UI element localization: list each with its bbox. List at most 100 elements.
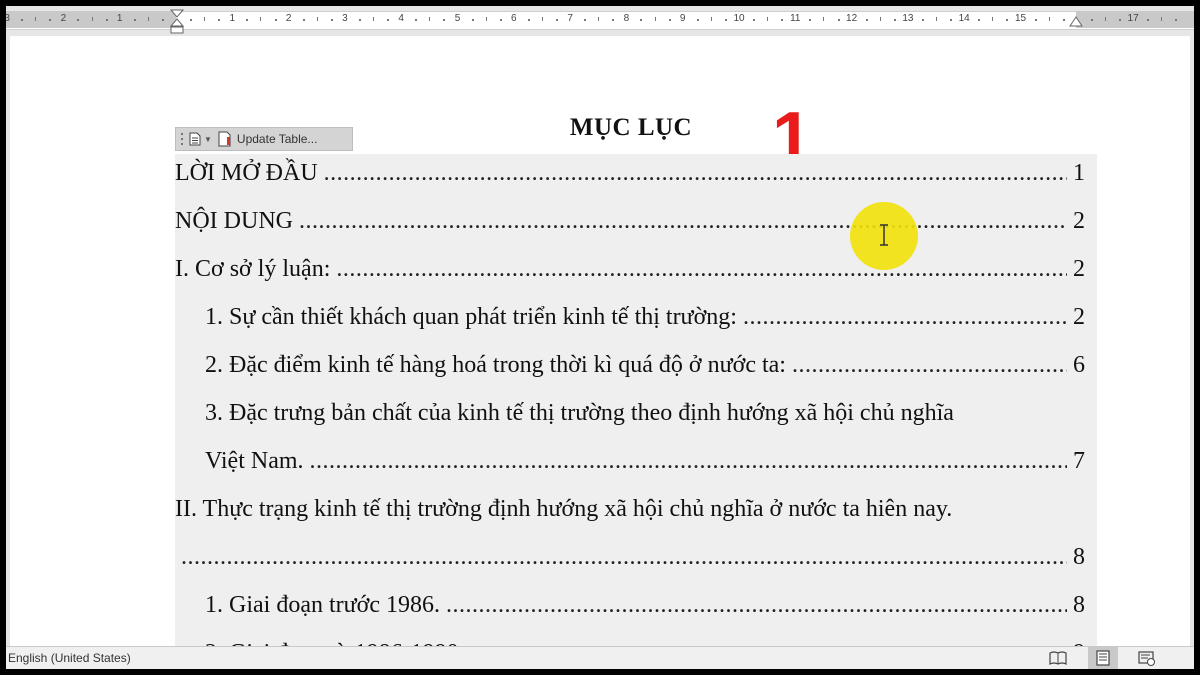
- word-window: 3 2 1 1 2 3 4 5 6 7 8 9 10 11 12 13 14 15 17 MỤC LỤC 1 ▼: [6, 6, 1194, 669]
- web-layout-icon[interactable]: [1138, 650, 1156, 666]
- ruler-tick: [654, 17, 656, 21]
- ruler-dot: [1175, 19, 1178, 21]
- toc-entry[interactable]: Việt Nam. 7..............................…: [175, 442, 1087, 482]
- ruler-tick: [204, 17, 206, 21]
- update-table-button[interactable]: Update Table...: [237, 132, 318, 146]
- toc-page-number: 2: [1073, 304, 1085, 330]
- ruler-dot: [527, 19, 530, 21]
- ruler-dot: [49, 19, 52, 21]
- ruler-tick: [1104, 17, 1106, 21]
- toc-entry-text: LỜI MỞ ĐẦU: [175, 160, 318, 186]
- toc-leader-dots: ........................................…: [791, 352, 1067, 378]
- ruler-number: 6: [511, 13, 517, 24]
- toc-entry-text: II. Thực trạng kinh tế thị trường định h…: [175, 496, 953, 522]
- toc-entry-text: 3. Đặc trưng bản chất của kinh tế thị tr…: [205, 400, 954, 426]
- toc-entry[interactable]: II. Thực trạng kinh tế thị trường định h…: [175, 490, 1087, 530]
- print-layout-icon[interactable]: [1094, 650, 1112, 666]
- toc-entry[interactable]: 2. Đặc điểm kinh tế hàng hoá trong thời …: [175, 346, 1087, 386]
- toc-page-number: 7: [1073, 448, 1085, 474]
- update-table-icon[interactable]: [218, 131, 232, 147]
- ruler-dot: [1090, 19, 1093, 21]
- ruler-number: 1: [116, 13, 123, 24]
- ruler-tick: [35, 17, 37, 21]
- ruler-number: 12: [846, 13, 858, 24]
- ruler-dot: [246, 19, 249, 21]
- document-icon[interactable]: [189, 132, 201, 146]
- ruler-tick: [485, 17, 487, 21]
- toc-entry[interactable]: 8.......................................…: [175, 538, 1087, 578]
- ruler-number: 11: [790, 13, 801, 24]
- toc-leader-dots: ........................................…: [445, 592, 1067, 618]
- read-mode-icon[interactable]: [1049, 650, 1067, 666]
- toc-entry[interactable]: 3. Đặc trưng bản chất của kinh tế thị tr…: [175, 394, 1087, 434]
- ruler-dot: [724, 19, 727, 21]
- toc-entry[interactable]: I. Cơ sở lý luận: 2......................…: [175, 250, 1087, 290]
- ruler-tick: [936, 17, 938, 21]
- ruler-tick: [260, 17, 262, 21]
- toc-leader-dots: ........................................…: [336, 256, 1067, 282]
- toc-leader-dots: ........................................…: [742, 304, 1067, 330]
- ruler-dot: [837, 19, 840, 21]
- ruler-dot: [809, 19, 812, 21]
- toc-leader-dots: ........................................…: [298, 208, 1067, 234]
- toc-entry[interactable]: NỘI DUNG 2...............................…: [175, 202, 1087, 242]
- toc-entry[interactable]: 1. Giai đoạn trước 1986. 8...............…: [175, 586, 1087, 626]
- toc-entry-text: I. Cơ sở lý luận:: [175, 256, 331, 282]
- ruler-number: 3: [6, 13, 10, 24]
- language-status[interactable]: English (United States): [8, 651, 131, 665]
- ruler-tick: [1048, 17, 1050, 21]
- chevron-down-icon[interactable]: ▼: [204, 135, 212, 144]
- ruler-number: 9: [679, 13, 686, 24]
- ruler-dot: [1034, 19, 1037, 21]
- ruler-number: 4: [398, 13, 404, 24]
- ruler-number: 8: [623, 13, 630, 24]
- toc-leader-dots: ........................................…: [181, 544, 1067, 570]
- toc-entry[interactable]: 1. Sự cần thiết khách quan phát triển ki…: [175, 298, 1087, 338]
- ruler-number: 2: [285, 13, 292, 24]
- ruler-tick: [823, 17, 825, 21]
- right-indent-marker-icon[interactable]: [1069, 16, 1083, 28]
- ruler-dot: [1006, 19, 1009, 21]
- indent-marker-icon[interactable]: [170, 9, 184, 35]
- ruler-number: 10: [733, 13, 745, 24]
- ruler-number: 14: [958, 13, 970, 24]
- ruler-dot: [696, 19, 699, 21]
- grip-icon[interactable]: [179, 132, 185, 146]
- ruler-dot: [105, 19, 108, 21]
- ruler-tick: [541, 17, 543, 21]
- ruler-dot: [190, 19, 193, 21]
- ruler-number: 15: [1014, 13, 1027, 24]
- ruler-tick: [91, 17, 93, 21]
- toc-entry[interactable]: LỜI MỞ ĐẦU 1.............................…: [175, 154, 1087, 194]
- ruler-dot: [218, 19, 221, 21]
- table-of-contents[interactable]: LỜI MỞ ĐẦU 1.............................…: [175, 154, 1097, 646]
- ruler-tick: [992, 17, 994, 21]
- toc-toolbar[interactable]: ▼ Update Table...: [175, 127, 353, 151]
- ruler-dot: [471, 19, 474, 21]
- ruler-dot: [781, 19, 784, 21]
- status-bar: English (United States): [6, 646, 1194, 669]
- toc-entry[interactable]: 2. Giai đoạn từ 1986-19909..............…: [175, 634, 1087, 646]
- ruler-dot: [950, 19, 953, 21]
- toc-page-number: 2: [1073, 256, 1085, 282]
- ruler-dot: [387, 19, 390, 21]
- ruler-tick: [879, 17, 881, 21]
- ruler-dot: [302, 19, 305, 21]
- ruler-number: 17: [1127, 13, 1139, 24]
- toc-page-number: 2: [1073, 208, 1085, 234]
- ruler-dot: [133, 19, 136, 21]
- ruler-dot: [893, 19, 896, 21]
- ruler-dot: [161, 19, 164, 21]
- ruler-dot: [1147, 19, 1150, 21]
- ruler-tick: [316, 17, 318, 21]
- document-page[interactable]: MỤC LỤC 1 ▼ Update Table... LỜI MỞ ĐẦU 1.…: [10, 36, 1190, 646]
- text-cursor-icon: [880, 224, 888, 246]
- ruler-dot: [584, 19, 587, 21]
- ruler-tick: [767, 17, 769, 21]
- ruler-dot: [77, 19, 80, 21]
- ruler-number: 5: [454, 13, 461, 24]
- ruler-number: 1: [229, 13, 236, 24]
- toc-leader-dots: ........................................…: [309, 448, 1067, 474]
- ruler-dot: [668, 19, 671, 21]
- horizontal-ruler[interactable]: 3 2 1 1 2 3 4 5 6 7 8 9 10 11 12 13 14 15 17: [6, 6, 1194, 34]
